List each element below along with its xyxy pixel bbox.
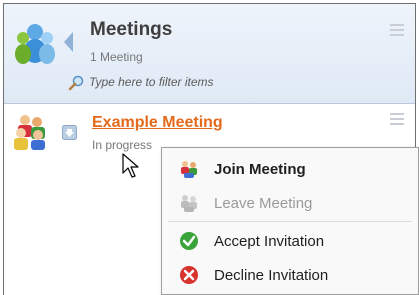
menu-item-decline-invitation[interactable]: Decline Invitation (162, 258, 418, 292)
menu-separator (168, 221, 412, 222)
magnifier-icon (68, 75, 84, 91)
filter-input[interactable]: Type here to filter items (68, 72, 318, 92)
meeting-status: In progress (92, 138, 153, 152)
group-meeting-icon (14, 115, 45, 150)
menu-item-accept-invitation[interactable]: Accept Invitation (162, 224, 418, 258)
leave-meeting-icon (181, 195, 197, 212)
row-menu-icon[interactable] (390, 113, 404, 125)
header-menu-icon[interactable] (390, 24, 404, 36)
decline-x-icon (180, 266, 198, 284)
menu-item-label: Leave Meeting (214, 195, 313, 212)
back-arrow-icon[interactable] (61, 29, 75, 55)
meeting-title-link[interactable]: Example Meeting (92, 114, 223, 132)
menu-item-label: Accept Invitation (214, 233, 325, 250)
join-meeting-icon (181, 161, 197, 178)
page-title: Meetings (90, 19, 173, 40)
context-menu: Join Meeting Leave Meeting Accept Invita… (161, 147, 419, 295)
filter-placeholder: Type here to filter items (89, 75, 214, 89)
menu-item-label: Decline Invitation (214, 267, 329, 284)
menu-item-join-meeting[interactable]: Join Meeting (162, 152, 418, 186)
people-group-icon (15, 24, 55, 64)
accept-check-icon (180, 232, 198, 250)
meeting-count: 1 Meeting (90, 50, 143, 64)
menu-item-leave-meeting[interactable]: Leave Meeting (162, 186, 418, 220)
download-arrow-icon[interactable] (62, 125, 77, 140)
meetings-header: Meetings 1 Meeting Type here to filter i… (4, 4, 415, 104)
menu-item-label: Join Meeting (214, 161, 306, 178)
